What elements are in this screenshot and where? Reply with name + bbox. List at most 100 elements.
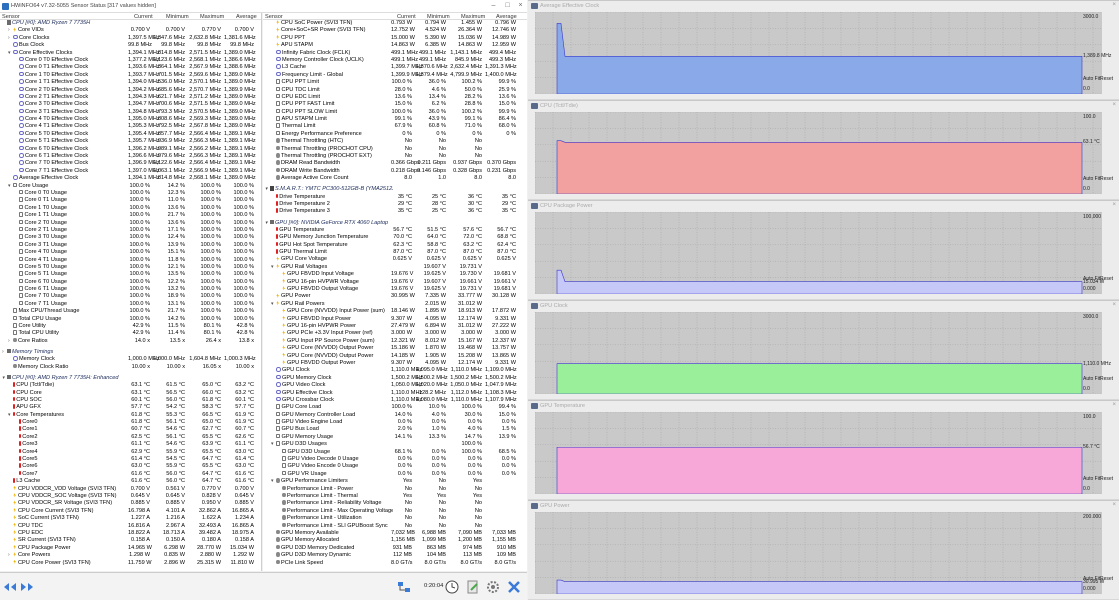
sensor-row[interactable]: GPU FBVDD Input Voltage 19.676 V 19.625 V 1…: [263, 271, 527, 278]
graph-plot[interactable]: [535, 112, 1102, 194]
column-header[interactable]: Sensor Current Minimum Maximum Average: [0, 13, 261, 20]
sensor-row[interactable]: Core 7 T0 Effective Clock 1,396.9 MHz 1,12…: [0, 160, 261, 167]
sensor-row[interactable]: Performance Limit - Utilization No No No: [263, 515, 527, 522]
reset-button[interactable]: Reset: [1100, 276, 1113, 282]
auto-fit-button[interactable]: Auto Fit: [1083, 76, 1100, 82]
sensor-row[interactable]: GPU D3D Memory Dedicated 931 MB 863 MB 974 …: [263, 544, 527, 552]
sensor-row[interactable]: Core 0 T0 Usage 100.0 % 12.3 % 100.0 % 100.0…: [0, 189, 261, 197]
sensor-row[interactable]: Total CPU Utility 42.9 % 11.4 % 80.1 % 42.8 …: [0, 330, 261, 337]
sensor-row[interactable]: Performance Limit - Max Operating Voltag…: [263, 507, 527, 515]
sensor-row[interactable]: APU STAPM Limit 99.1 % 43.9 % 99.1 % 86.4 %: [263, 116, 527, 123]
sensor-row[interactable]: CPU SOC 60.1 °C 56.0 °C 61.8 °C 60.1 °C: [0, 396, 261, 404]
sensor-row[interactable]: Core+SoC+SR Power (SVI3 TFN) 12.752 W 4.52…: [263, 27, 527, 34]
sensor-group-row[interactable]: › Memory Timings: [0, 348, 261, 356]
sensor-row[interactable]: Performance Limit - Thermal Yes Yes Yes: [263, 492, 527, 500]
sensor-row[interactable]: Core 0 T0 Effective Clock 1,377.2 MHz 1,12…: [0, 56, 261, 64]
reset-button[interactable]: Reset: [1100, 376, 1113, 382]
expanded-arrow-icon[interactable]: ▾: [271, 301, 276, 308]
sensor-row[interactable]: Core 2 T0 Effective Clock 1,394.2 MHz 685.…: [0, 86, 261, 94]
sensor-row[interactable]: Performance Limit - Power No No No: [263, 485, 527, 493]
sensor-row[interactable]: GPU VR Usage 0.0 % 0.0 % 0.0 % 0.0 %: [263, 470, 527, 478]
sensor-row[interactable]: Drive Temperature 2 29 °C 28 °C 30 °C 29 °C: [263, 201, 527, 208]
sensor-row[interactable]: Core 7 T1 Effective Clock 1,397.0 MHz 1,06…: [0, 167, 261, 175]
sensor-row[interactable]: Core 6 T0 Effective Clock 1,396.2 MHz 989.…: [0, 145, 261, 153]
sensor-row[interactable]: CPU TDC 16.816 A 2.967 A 32.493 A 16.865 A: [0, 522, 261, 530]
settings-icon[interactable]: [485, 579, 501, 595]
auto-fit-button[interactable]: Auto Fit: [1083, 376, 1100, 382]
sensor-row[interactable]: Core 2 T1 Usage 100.0 % 17.1 % 100.0 % 100.0…: [0, 226, 261, 234]
sensor-row[interactable]: Thermal Throttling (HTC) No No No: [263, 138, 527, 145]
sensor-row[interactable]: CPU (Tctl/Tdie) 63.1 °C 61.5 °C 65.0 °C 63.2…: [0, 382, 261, 389]
sensor-row[interactable]: Thermal Throttling (PROCHOT CPU) No No No: [263, 145, 527, 153]
sensor-row[interactable]: › Core Ratios 14.0 x 13.5 x 26.4 x 13.8 x: [0, 337, 261, 345]
sensor-row[interactable]: GPU 16-pin HVPWR Voltage 19.676 V 19.607 V…: [263, 278, 527, 286]
sensor-row[interactable]: Performance Limit - Reliability Voltage N…: [263, 500, 527, 507]
collapse-right-icon[interactable]: [20, 582, 34, 592]
sensor-row[interactable]: GPU FBVDD Output Power 9.307 W 4.095 W 12.1…: [263, 359, 527, 367]
sensor-group-row[interactable]: ▾ S.M.A.R.T.: YMTC PC300-512GB-B (YMA2512…: [263, 186, 527, 193]
sensor-row[interactable]: Core1 60.7 °C 54.6 °C 62.7 °C 60.7 °C: [0, 426, 261, 433]
sensor-row[interactable]: GPU 16-pin HVPWR Power 27.479 W 6.894 W 31.…: [263, 323, 527, 330]
sensor-row[interactable]: Core 7 T1 Usage 100.0 % 13.1 % 100.0 % 100.0…: [0, 300, 261, 308]
sensor-row[interactable]: GPU Hot Spot Temperature 62.3 °C 58.8 °C 63…: [263, 241, 527, 249]
expanded-arrow-icon[interactable]: ▾: [271, 264, 276, 271]
sensor-row[interactable]: Core 0 T1 Usage 100.0 % 11.0 % 100.0 % 100.0…: [0, 197, 261, 204]
sensor-row[interactable]: CPU PPT SLOW Limit 100.0 % 36.0 % 100.2 % 99…: [263, 108, 527, 116]
sensor-row[interactable]: GPU Effective Clock 1,110.0 MHz 128.2 MHz 1…: [263, 389, 527, 397]
graph-plot[interactable]: [535, 412, 1102, 494]
sensor-row[interactable]: GPU Video Encode 0 Usage 0.0 % 0.0 % 0.0 % 0…: [263, 463, 527, 470]
sensor-row[interactable]: CPU TDC Limit 28.0 % 4.6 % 50.0 % 25.9 %: [263, 86, 527, 94]
sensor-row[interactable]: ▾ Core Usage 100.0 % 14.2 % 100.0 % 100.0 %: [0, 182, 261, 190]
sensor-row[interactable]: Core 5 T0 Usage 100.0 % 12.1 % 100.0 % 100.0…: [0, 263, 261, 271]
graph-panel[interactable]: CPU (Tctl/Tdie) × 100.0 63.1 °C Auto Fit Rese…: [528, 100, 1119, 199]
sensor-row[interactable]: L3 Cache 61.6 °C 56.0 °C 64.7 °C 61.6 °C: [0, 478, 261, 485]
sensor-row[interactable]: Core2 62.5 °C 56.1 °C 65.5 °C 62.6 °C: [0, 433, 261, 441]
sensor-row[interactable]: › Core Clocks 1,397.5 MHz 1,347.6 MHz 2,632.…: [0, 34, 261, 42]
sensor-row[interactable]: Core 3 T0 Usage 100.0 % 12.4 % 100.0 % 100.0…: [0, 234, 261, 241]
sensor-row[interactable]: GPU Core (NVVDD) Output Power 14.185 W 1.9…: [263, 352, 527, 360]
sensor-row[interactable]: Infinity Fabric Clock (FCLK) 499.1 MHz 499…: [263, 49, 527, 57]
sensor-row[interactable]: GPU Thermal Limit 87.0 °C 87.0 °C 87.0 °C 87…: [263, 249, 527, 256]
graph-plot[interactable]: [535, 12, 1102, 94]
reset-button[interactable]: Reset: [1100, 576, 1113, 582]
sensor-row[interactable]: ▾ Core Temperatures 61.8 °C 55.3 °C 66.5 °C 6…: [0, 411, 261, 419]
sensor-row[interactable]: GPU Video Decode 0 Usage 0.0 % 0.0 % 0.0 % 0…: [263, 456, 527, 463]
reset-button[interactable]: Reset: [1100, 76, 1113, 82]
minimize-button[interactable]: –: [487, 1, 500, 11]
sensor-row[interactable]: Core7 61.6 °C 56.0 °C 64.7 °C 61.6 °C: [0, 470, 261, 478]
sensor-row[interactable]: GPU Bus Load 2.0 % 1.0 % 4.0 % 1.5 %: [263, 426, 527, 433]
sensor-row[interactable]: Core 5 T1 Usage 100.0 % 13.5 % 100.0 % 100.0…: [0, 271, 261, 278]
sensor-row[interactable]: ▾ GPU Rail Voltages 19.607 V 19.731 V: [263, 263, 527, 271]
auto-fit-button[interactable]: Auto Fit: [1083, 476, 1100, 482]
sensor-row[interactable]: › Core Powers 1.298 W 0.835 W 2.880 W 1.292 W: [0, 552, 261, 559]
graph-plot[interactable]: [535, 312, 1102, 394]
sensor-row[interactable]: Core 4 T1 Effective Clock 1,395.3 MHz 792.…: [0, 123, 261, 130]
sensor-row[interactable]: GPU Core (NVVDD) Input Power (sum) 18.146…: [263, 308, 527, 315]
sensor-row[interactable]: Core 6 T0 Usage 100.0 % 12.2 % 100.0 % 100.0…: [0, 278, 261, 286]
sensor-row[interactable]: CPU Core Current (SVI3 TFN) 16.798 A 4.101…: [0, 507, 261, 515]
sensor-row[interactable]: › Core VIDs 0.700 V 0.700 V 0.770 V 0.700 V: [0, 27, 261, 34]
collapsed-arrow-icon[interactable]: ›: [8, 552, 13, 559]
sensor-row[interactable]: Core 6 T1 Usage 100.0 % 13.2 % 100.0 % 100.0…: [0, 286, 261, 293]
sensor-row[interactable]: Core 5 T1 Effective Clock 1,395.7 MHz 936.…: [0, 138, 261, 145]
sensor-row[interactable]: GPU Power 30.995 W 7.335 W 33.777 W 30.128 W: [263, 293, 527, 300]
sensor-row[interactable]: Memory Clock Ratio 10.00 x 10.00 x 16.05 x 1…: [0, 363, 261, 371]
sensor-row[interactable]: Energy Performance Preference 0 % 0 % 0 % 0 …: [263, 130, 527, 138]
column-header[interactable]: Sensor Current Minimum Maximum Average: [263, 13, 527, 20]
sensor-row[interactable]: CPU Package Power 14.965 W 6.298 W 28.770 W…: [0, 544, 261, 552]
sensor-row[interactable]: GPU Memory Clock 1,500.2 MHz 1,500.2 MHz 1,…: [263, 374, 527, 382]
graph-plot[interactable]: [535, 512, 1102, 594]
sensor-row[interactable]: Memory Clock 1,000.0 MHz 1,000.0 MHz 1,604.…: [0, 356, 261, 363]
sensor-row[interactable]: SR Current (SVI3 TFN) 0.158 A 0.150 A 0.180…: [0, 537, 261, 544]
sensor-row[interactable]: ▾ Core Effective Clocks 1,394.1 MHz 814.8 M…: [0, 49, 261, 57]
sensor-row[interactable]: Core 1 T1 Usage 100.0 % 21.7 % 100.0 % 100.0…: [0, 212, 261, 219]
graph-plot[interactable]: [535, 212, 1102, 294]
sensor-row[interactable]: DRAM Write Bandwidth 0.218 Gbps 0.146 Gbps…: [263, 167, 527, 175]
sensor-row[interactable]: Core4 62.9 °C 55.9 °C 65.5 °C 63.0 °C: [0, 448, 261, 456]
collapsed-arrow-icon[interactable]: ›: [8, 27, 13, 34]
close-graph-icon[interactable]: ×: [1112, 402, 1116, 408]
graph-panel[interactable]: GPU Power × 200.000 30.995 W Auto Fit Reset 0.…: [528, 500, 1119, 599]
reset-button[interactable]: Reset: [1100, 476, 1113, 482]
sensor-row[interactable]: Core 2 T1 Effective Clock 1,394.3 MHz 621.…: [0, 93, 261, 101]
sensor-row[interactable]: GPU Memory Controller Load 14.0 % 4.0 % 30.…: [263, 411, 527, 419]
